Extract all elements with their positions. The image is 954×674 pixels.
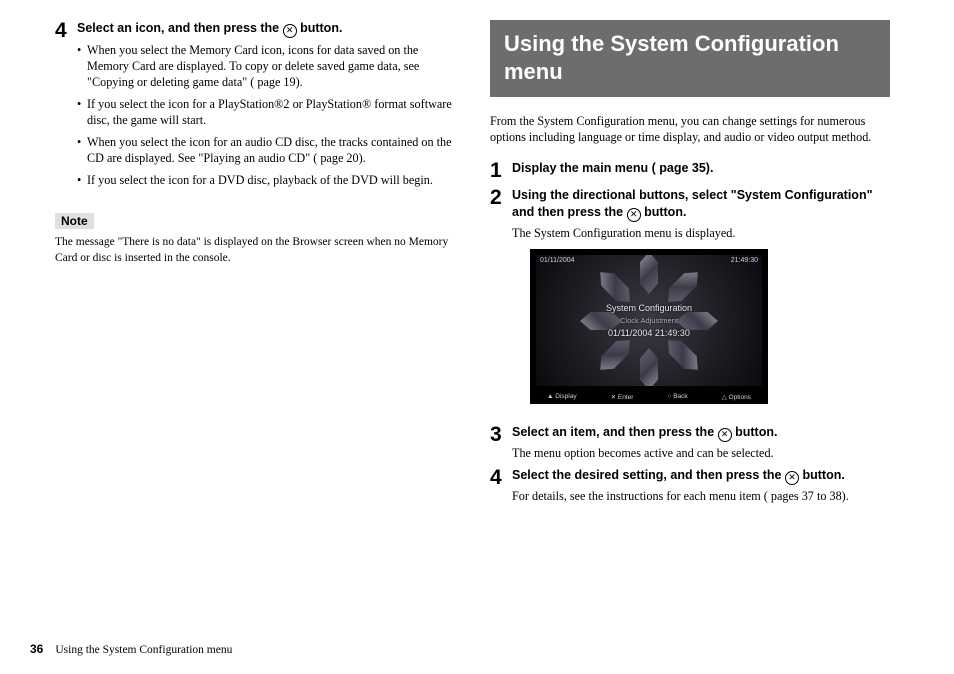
step-number: 4	[55, 20, 77, 193]
section-header: Using the System Configuration menu	[490, 20, 890, 97]
title-text-a: Select an item, and then press the	[512, 425, 718, 439]
crystal-icon	[640, 348, 658, 387]
step-body: Using the directional buttons, select "S…	[512, 187, 890, 418]
title-text: Display the main menu ( page 35).	[512, 161, 713, 175]
note-label: Note	[55, 213, 94, 229]
screenshot-item: Clock Adjustment	[606, 315, 692, 326]
screenshot-time: 21:49:30	[731, 257, 758, 264]
step-body: Display the main menu ( page 35).	[512, 160, 890, 181]
footer-title: Using the System Configuration menu	[55, 644, 232, 656]
step-number: 4	[490, 467, 512, 504]
x-button-icon: ✕	[627, 208, 641, 222]
hint-display: ▲ Display	[547, 393, 577, 401]
hint-back-label: Back	[673, 393, 687, 400]
title-text-b: button.	[297, 21, 343, 35]
bullet-list: When you select the Memory Card icon, ic…	[77, 42, 460, 189]
section-intro: From the System Configuration menu, you …	[490, 113, 890, 146]
hint-display-label: Display	[555, 393, 576, 400]
title-text-a: Select an icon, and then press the	[77, 21, 283, 35]
step-body: Select an item, and then press the ✕ but…	[512, 424, 890, 461]
hint-options: △ Options	[722, 393, 751, 401]
page-footer: 36 Using the System Configuration menu	[30, 642, 232, 656]
screenshot-title: System Configuration	[606, 302, 692, 316]
screenshot-center-text: System Configuration Clock Adjustment 01…	[606, 302, 692, 340]
step-desc: The menu option becomes active and can b…	[512, 445, 890, 461]
step-title: Select an icon, and then press the ✕ but…	[77, 20, 460, 38]
right-step-1: 1 Display the main menu ( page 35).	[490, 160, 890, 181]
page-content: 4 Select an icon, and then press the ✕ b…	[0, 0, 954, 620]
title-text-b: button.	[799, 468, 845, 482]
title-text-a: Using the directional buttons, select "S…	[512, 188, 873, 220]
hint-back: ○ Back	[667, 393, 687, 401]
title-text-b: button.	[732, 425, 778, 439]
screenshot-inner: 01/11/2004 21:49:30 System Configuration	[536, 255, 762, 386]
screenshot-hints: ▲ Display ✕ Enter ○ Back △ Options	[530, 393, 768, 401]
step-desc: For details, see the instructions for ea…	[512, 488, 890, 504]
x-button-icon: ✕	[283, 24, 297, 38]
x-button-icon: ✕	[785, 471, 799, 485]
note-block: Note The message "There is no data" is d…	[55, 199, 460, 266]
bullet-item: If you select the icon for a PlayStation…	[77, 96, 460, 129]
left-column: 4 Select an icon, and then press the ✕ b…	[55, 20, 460, 610]
step-title: Select the desired setting, and then pre…	[512, 467, 890, 485]
step-number: 2	[490, 187, 512, 418]
bullet-item: If you select the icon for a DVD disc, p…	[77, 172, 460, 188]
step-body: Select an icon, and then press the ✕ but…	[77, 20, 460, 193]
x-button-icon: ✕	[718, 428, 732, 442]
step-number: 3	[490, 424, 512, 461]
bullet-item: When you select the icon for an audio CD…	[77, 134, 460, 167]
step-body: Select the desired setting, and then pre…	[512, 467, 890, 504]
step-number: 1	[490, 160, 512, 181]
title-text-b: button.	[641, 205, 687, 219]
step-title: Using the directional buttons, select "S…	[512, 187, 890, 222]
hint-enter: ✕ Enter	[611, 393, 634, 401]
right-column: Using the System Configuration menu From…	[490, 20, 890, 610]
step-desc: The System Configuration menu is display…	[512, 225, 890, 241]
left-step-4: 4 Select an icon, and then press the ✕ b…	[55, 20, 460, 193]
hint-enter-label: Enter	[618, 394, 634, 401]
hint-options-label: Options	[729, 394, 751, 401]
right-step-4: 4 Select the desired setting, and then p…	[490, 467, 890, 504]
config-menu-screenshot: 01/11/2004 21:49:30 System Configuration	[530, 249, 768, 404]
title-text-a: Select the desired setting, and then pre…	[512, 468, 785, 482]
bullet-item: When you select the Memory Card icon, ic…	[77, 42, 460, 91]
right-step-3: 3 Select an item, and then press the ✕ b…	[490, 424, 890, 461]
right-step-2: 2 Using the directional buttons, select …	[490, 187, 890, 418]
note-text: The message "There is no data" is displa…	[55, 235, 460, 266]
screenshot-value: 01/11/2004 21:49:30	[606, 327, 692, 341]
page-number: 36	[30, 642, 43, 656]
step-title: Display the main menu ( page 35).	[512, 160, 890, 178]
step-title: Select an item, and then press the ✕ but…	[512, 424, 890, 442]
screenshot-date: 01/11/2004	[540, 257, 575, 264]
crystal-icon	[640, 255, 658, 294]
